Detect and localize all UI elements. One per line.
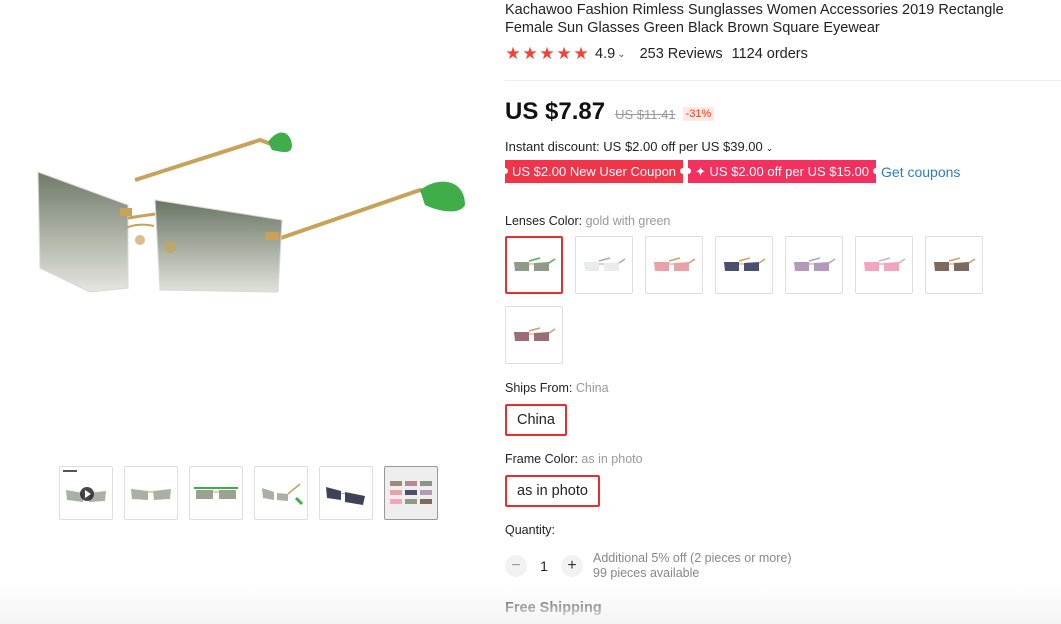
star-icon: ★ [539,44,555,63]
quantity-input[interactable]: 1 [527,558,561,574]
star-icon: ★ [556,44,572,63]
divider [505,80,1061,81]
instant-discount[interactable]: Instant discount: US $2.00 off per US $3… [505,139,773,154]
sunglasses-icon [724,257,766,271]
sunglasses-icon [514,327,556,341]
lens-color-option-gold-navy[interactable] [715,236,773,294]
quantity-info: Additional 5% off (2 pieces or more) 99 … [593,551,791,581]
free-shipping-label: Free Shipping [505,600,602,616]
lens-color-title: Lenses Color: [505,214,583,228]
stock-available: 99 pieces available [593,566,700,580]
ships-from-title: Ships From: [505,381,573,395]
frame-color-value: as in photo [581,452,643,466]
lens-color-option-silver-clear[interactable] [575,236,633,294]
ships-from-label: Ships From: China [505,381,609,395]
quantity-stepper: − 1 + Additional 5% off (2 pieces or mor… [505,551,791,581]
brand-mark-icon [63,470,77,472]
ships-from-option-china[interactable]: China [505,404,567,436]
star-icon: ★ [505,44,521,63]
star-icon: ★ [573,44,589,63]
lens-color-options [505,236,1005,364]
rating-row: ★ ★ ★ ★ ★ 4.9 ⌄ 253 Reviews 1124 orders [505,45,1061,63]
rating-value[interactable]: 4.9 [595,46,615,62]
lens-color-option-silver-purple[interactable] [785,236,843,294]
lens-color-option-gold-brown[interactable] [925,236,983,294]
frame-color-title: Frame Color: [505,452,578,466]
star-icon: ★ [522,44,538,63]
ships-from-value: China [575,381,609,395]
lens-color-option-silver-pink[interactable] [855,236,913,294]
thumbnail-front-flat[interactable] [189,466,243,520]
lens-color-option-gold-green[interactable] [505,236,563,294]
frame-color-option[interactable]: as in photo [505,475,600,507]
quantity-label: Quantity: [505,523,556,537]
thumbnail-dark[interactable] [319,466,373,520]
sunglasses-icon [654,257,696,271]
lens-color-label: Lenses Color: gold with green [505,214,670,228]
thumbnail-side[interactable] [254,466,308,520]
current-price: US $7.87 [505,98,606,125]
decrease-quantity-button[interactable]: − [505,555,527,577]
thumbnail-video[interactable] [59,466,113,520]
product-title: Kachawoo Fashion Rimless Sunglasses Wome… [505,2,1004,36]
instant-discount-text: Instant discount: US $2.00 off per US $3… [505,139,763,154]
store-coupon[interactable]: ✦ US $2.00 off per US $15.00 [685,160,879,183]
thumbnail-front[interactable] [124,466,178,520]
orders-count: 1124 orders [731,46,808,62]
product-details: Kachawoo Fashion Rimless Sunglasses Wome… [501,0,1061,616]
star-rating: ★ ★ ★ ★ ★ [505,44,589,63]
increase-quantity-button[interactable]: + [561,555,583,577]
sunglasses-icon [794,257,836,271]
discount-badge: -31% [682,107,715,121]
chevron-down-icon: ⌄ [765,143,774,153]
sunglasses-icon [934,257,976,271]
sunglasses-icon [864,257,906,271]
original-price: US $11.41 [615,107,676,122]
main-product-image[interactable] [20,120,490,340]
get-coupons-link[interactable]: Get coupons [881,164,960,180]
lens-color-option-gold-wine[interactable] [505,306,563,364]
reviews-link[interactable]: 253 Reviews [640,46,723,62]
price-row: US $7.87 US $11.41 -31% [505,98,715,126]
chevron-down-icon[interactable]: ⌄ [617,49,625,60]
frame-color-label: Frame Color: as in photo [505,452,643,466]
play-icon [80,487,94,501]
thumbnail-strip [59,466,438,520]
sunglasses-icon [514,257,556,271]
sunglasses-icon [584,257,626,271]
new-user-coupon[interactable]: US $2.00 New User Coupon [501,160,687,183]
coupon-row: US $2.00 New User Coupon ✦ US $2.00 off … [501,160,960,183]
lens-color-option-gold-pink[interactable] [645,236,703,294]
thumbnail-assortment[interactable] [384,466,438,520]
lens-color-value: gold with green [585,214,671,228]
bulk-discount-note: Additional 5% off (2 pieces or more) [593,551,792,565]
